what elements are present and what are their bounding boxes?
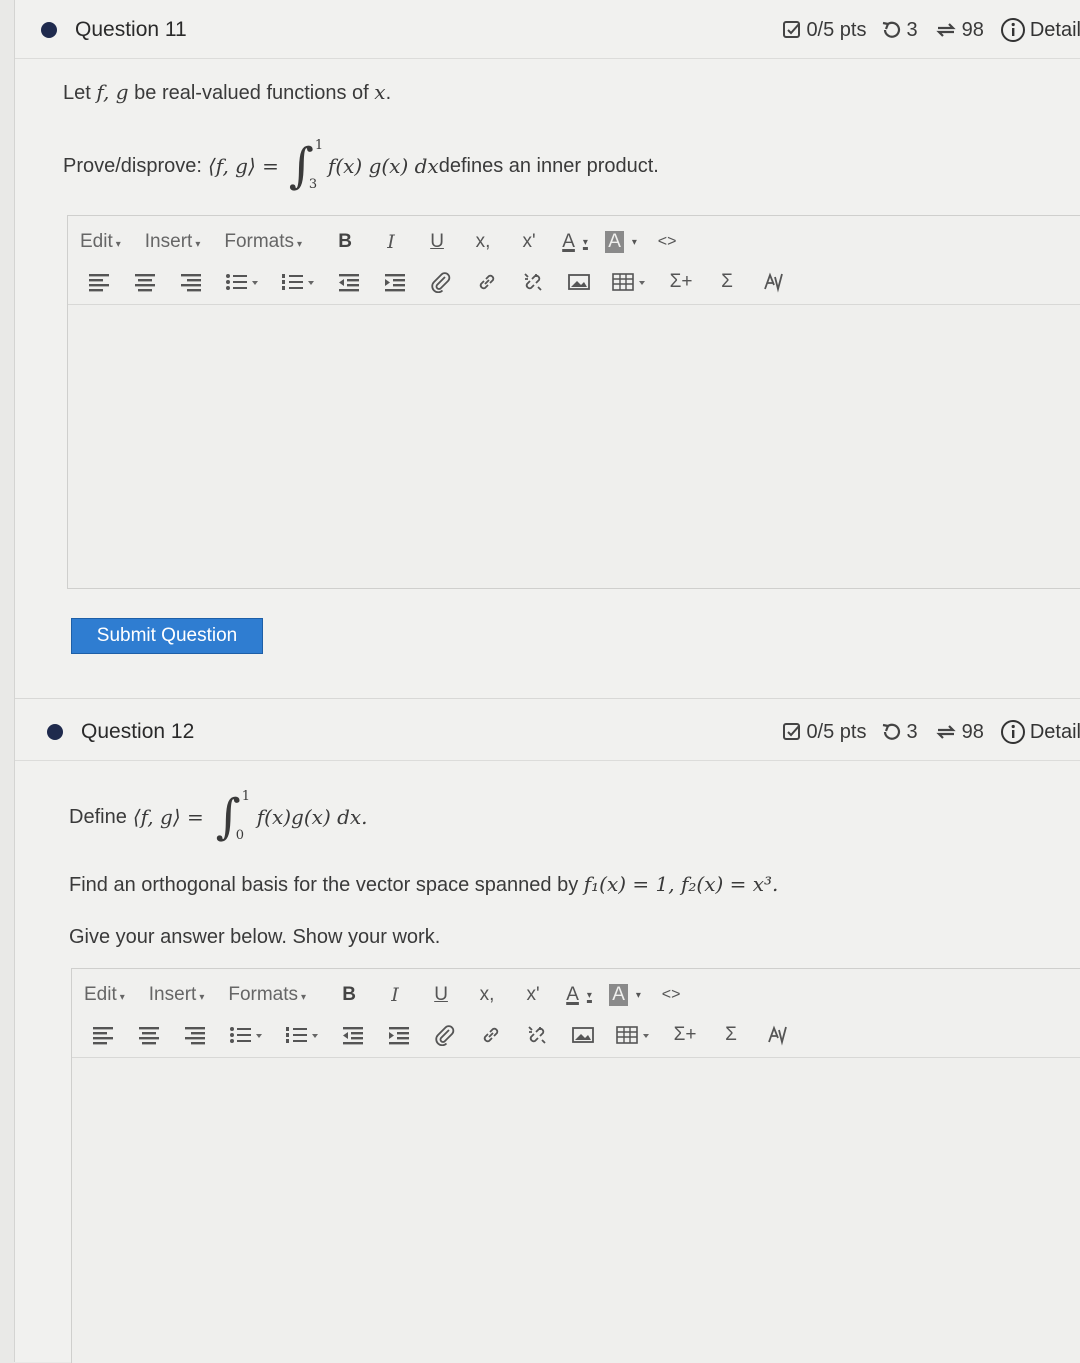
question-12-instructions: Give your answer below. Show your work. <box>69 926 441 948</box>
superscript-button[interactable]: x' <box>514 979 552 1011</box>
image-icon[interactable] <box>560 266 598 298</box>
align-right-icon[interactable] <box>172 266 210 298</box>
info-icon <box>1000 719 1026 745</box>
equation-button[interactable]: Σ <box>712 1019 750 1051</box>
checkbox-icon <box>782 20 802 40</box>
bold-button[interactable]: B <box>330 979 368 1011</box>
question-11-prove-statement: Prove/disprove: ⟨f, g⟩ = ∫ 1 3 f(x) g(x) d… <box>63 138 659 194</box>
superscript-button[interactable]: x' <box>510 226 548 258</box>
question-12-definition: Define ⟨f, g⟩ = ∫ 1 0 f(x)g(x) dx. <box>69 789 368 845</box>
toolbar-row-1: Edit ▾ Insert ▾ Formats ▾ B I U x, x' A ▾ A ▾… <box>80 224 694 260</box>
question-divider <box>15 698 1080 699</box>
bullet-list-icon[interactable] <box>222 1019 270 1051</box>
align-center-icon[interactable] <box>126 266 164 298</box>
retry-icon <box>880 20 902 40</box>
question-title: Question 12 <box>81 720 195 743</box>
edit-menu[interactable]: Edit ▾ <box>84 984 125 1006</box>
answer-editor-q12: Edit ▾ Insert ▾ Formats ▾ B I U x, x' A ▾ A ▾… <box>71 968 1080 1363</box>
details-link[interactable]: Detail <box>1000 719 1080 745</box>
question-meta: 0/5 pts 3 98 Detail <box>782 2 1080 58</box>
attachment-icon[interactable] <box>422 266 460 298</box>
insert-menu[interactable]: Insert ▾ <box>149 984 205 1006</box>
bold-button[interactable]: B <box>326 226 364 258</box>
indent-icon[interactable] <box>376 266 414 298</box>
submit-question-button[interactable]: Submit Question <box>71 618 263 654</box>
submissions-remaining: 98 <box>934 721 984 744</box>
info-icon <box>1000 17 1026 43</box>
points-score: 0/5 pts <box>782 19 866 42</box>
unlink-icon[interactable] <box>518 1019 556 1051</box>
formats-menu[interactable]: Formats ▾ <box>224 231 302 253</box>
font-color-button[interactable]: A ▾ <box>560 979 598 1011</box>
page: Question 11 0/5 pts 3 98 Detail Let f, g… <box>14 0 1080 1363</box>
attachment-icon[interactable] <box>426 1019 464 1051</box>
insert-menu[interactable]: Insert ▾ <box>145 231 201 253</box>
image-icon[interactable] <box>564 1019 602 1051</box>
retry-icon <box>880 722 902 742</box>
unlink-icon[interactable] <box>514 266 552 298</box>
numbered-list-icon[interactable] <box>278 1019 326 1051</box>
editor-toolbar: Edit ▾ Insert ▾ Formats ▾ B I U x, x' A ▾ A ▾… <box>72 969 1080 1058</box>
background-color-button[interactable]: A ▾ <box>602 226 640 258</box>
subscript-button[interactable]: x, <box>468 979 506 1011</box>
answer-text-area[interactable] <box>72 1058 1080 1363</box>
italic-button[interactable]: I <box>372 226 410 258</box>
align-left-icon[interactable] <box>84 1019 122 1051</box>
bullet-list-icon[interactable] <box>218 266 266 298</box>
link-icon[interactable] <box>468 266 506 298</box>
question-title: Question 11 <box>75 18 187 41</box>
toolbar-row-2: Σ+ Σ <box>84 1017 804 1053</box>
question-bullet-icon <box>47 724 63 740</box>
attempts-remaining: 3 <box>880 19 918 42</box>
resubmit-icon <box>934 722 958 742</box>
font-color-button[interactable]: A ▾ <box>556 226 594 258</box>
align-right-icon[interactable] <box>176 1019 214 1051</box>
indent-icon[interactable] <box>380 1019 418 1051</box>
answer-editor-q11: Edit ▾ Insert ▾ Formats ▾ B I U x, x' A ▾ A ▾… <box>67 215 1080 589</box>
toolbar-row-2: Σ+ Σ <box>80 264 800 300</box>
equation-plus-button[interactable]: Σ+ <box>662 266 700 298</box>
integral-sign: ∫ 1 0 <box>215 789 251 845</box>
checkbox-icon <box>782 722 802 742</box>
question-meta: 0/5 pts 3 98 Detail <box>782 704 1080 760</box>
link-icon[interactable] <box>472 1019 510 1051</box>
question-11-header: Question 11 0/5 pts 3 98 Detail <box>15 2 1080 59</box>
underline-button[interactable]: U <box>422 979 460 1011</box>
subscript-button[interactable]: x, <box>464 226 502 258</box>
numbered-list-icon[interactable] <box>274 266 322 298</box>
accessibility-checker-icon[interactable] <box>758 1019 796 1051</box>
question-11-intro: Let f, g be real-valued functions of x. <box>63 80 392 104</box>
outdent-icon[interactable] <box>330 266 368 298</box>
outdent-icon[interactable] <box>334 1019 372 1051</box>
accessibility-checker-icon[interactable] <box>754 266 792 298</box>
submissions-remaining: 98 <box>934 19 984 42</box>
attempts-remaining: 3 <box>880 721 918 744</box>
toolbar-row-1: Edit ▾ Insert ▾ Formats ▾ B I U x, x' A ▾ A ▾… <box>84 977 698 1013</box>
underline-button[interactable]: U <box>418 226 456 258</box>
table-icon[interactable] <box>610 1019 658 1051</box>
question-12-find-statement: Find an orthogonal basis for the vector … <box>69 872 779 896</box>
editor-toolbar: Edit ▾ Insert ▾ Formats ▾ B I U x, x' A ▾ A ▾… <box>68 216 1080 305</box>
resubmit-icon <box>934 20 958 40</box>
answer-text-area[interactable] <box>68 305 1080 588</box>
source-code-button[interactable]: <> <box>652 979 690 1011</box>
integral-sign: ∫ 1 3 <box>288 138 324 194</box>
equation-button[interactable]: Σ <box>708 266 746 298</box>
background-color-button[interactable]: A ▾ <box>606 979 644 1011</box>
edit-menu[interactable]: Edit ▾ <box>80 231 121 253</box>
source-code-button[interactable]: <> <box>648 226 686 258</box>
question-bullet-icon <box>41 22 57 38</box>
details-link[interactable]: Detail <box>1000 17 1080 43</box>
formats-menu[interactable]: Formats ▾ <box>228 984 306 1006</box>
points-score: 0/5 pts <box>782 721 866 744</box>
align-left-icon[interactable] <box>80 266 118 298</box>
table-icon[interactable] <box>606 266 654 298</box>
align-center-icon[interactable] <box>130 1019 168 1051</box>
italic-button[interactable]: I <box>376 979 414 1011</box>
equation-plus-button[interactable]: Σ+ <box>666 1019 704 1051</box>
question-12-header: Question 12 0/5 pts 3 98 Detail <box>15 704 1080 761</box>
